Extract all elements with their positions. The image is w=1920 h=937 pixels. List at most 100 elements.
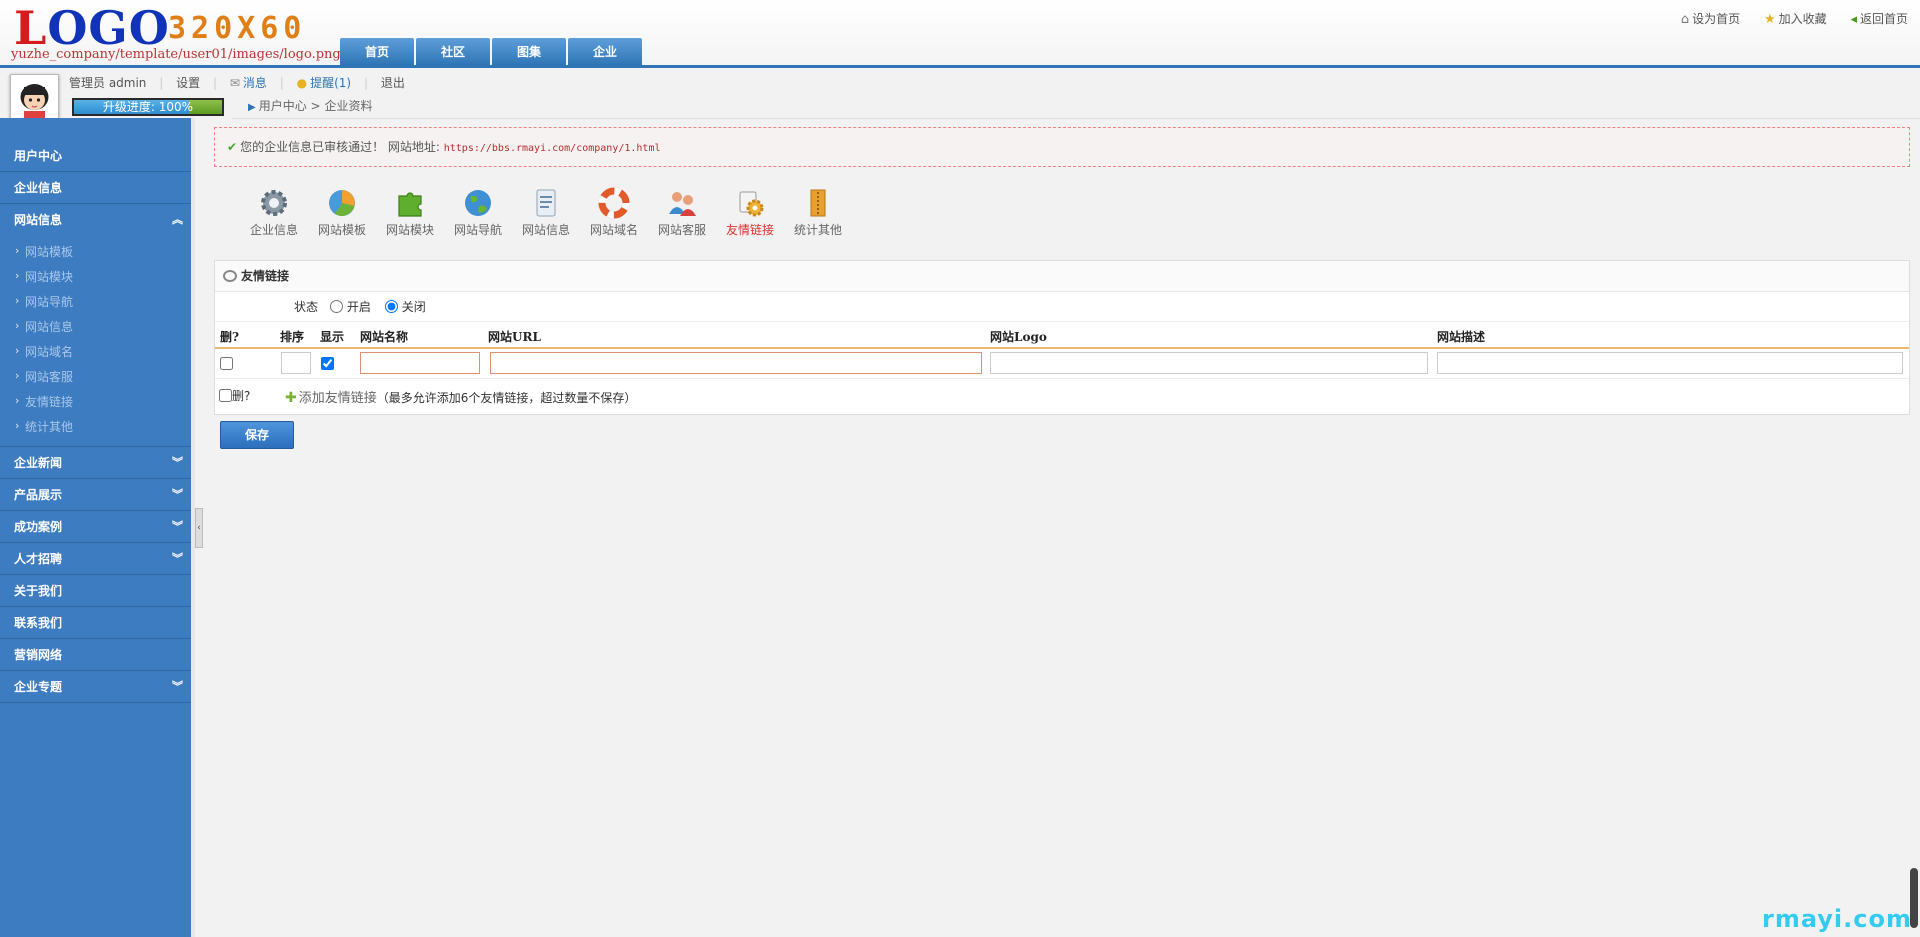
logout-link[interactable]: 退出 <box>381 73 405 93</box>
divider <box>232 118 1920 119</box>
separator: | <box>212 76 218 90</box>
icon-button-navigation[interactable]: 网站导航 <box>444 186 512 238</box>
notice-text: 您的企业信息已审核通过！ 网站地址: <box>240 140 444 154</box>
sidebar-item-topics[interactable]: 企业专题 ︾ <box>0 671 191 703</box>
sidebar-item-cases[interactable]: 成功案例 ︾ <box>0 511 191 543</box>
icon-button-company-info[interactable]: 企业信息 <box>240 186 308 238</box>
row-logo-input[interactable] <box>990 352 1428 374</box>
breadcrumb-home[interactable]: 用户中心 <box>259 99 307 113</box>
status-option-on[interactable]: 开启 <box>329 300 371 314</box>
messages-link[interactable]: ✉ 消息 <box>230 73 267 93</box>
separator: | <box>279 76 284 90</box>
sidebar-collapse-handle[interactable]: ‹ <box>195 508 203 548</box>
table-row <box>215 349 1909 379</box>
user-bar: 管理员 admin | 设置 | ✉ 消息 | ● 提醒(1) | 退出 升级进度:… <box>0 68 1920 122</box>
sidebar-subitem-site-info[interactable]: 网站信息 <box>0 313 191 340</box>
icon-button-templates[interactable]: 网站模板 <box>308 186 376 238</box>
icon-button-modules[interactable]: 网站模块 <box>376 186 444 238</box>
status-off-radio[interactable] <box>384 300 398 313</box>
star-icon: ★ <box>1763 12 1776 27</box>
sidebar-item-products[interactable]: 产品展示 ︾ <box>0 479 191 511</box>
bulb-icon: ● <box>296 76 308 90</box>
add-row: 删? ✚ 添加友情链接（最多允许添加6个友情链接，超过数量不保存） <box>215 379 1909 409</box>
logo-size-text: 320X60 <box>168 11 307 46</box>
row-show-checkbox[interactable] <box>321 357 334 370</box>
back-arrow-icon: ◂ <box>1850 12 1857 27</box>
avatar[interactable] <box>10 74 59 122</box>
home-icon: ⌂ <box>1680 12 1690 27</box>
sidebar-item-about[interactable]: 关于我们 <box>0 575 191 607</box>
sidebar-item-jobs[interactable]: 人才招聘 ︾ <box>0 543 191 575</box>
breadcrumb-separator: > <box>310 99 321 113</box>
save-button[interactable]: 保存 <box>220 421 294 449</box>
plus-icon: ✚ <box>285 390 297 406</box>
delete-all[interactable]: 删? <box>219 387 250 404</box>
sidebar-item-user-center[interactable]: 用户中心 <box>0 140 191 172</box>
add-favorite-link[interactable]: ★ 加入收藏 <box>1764 10 1827 27</box>
status-on-radio[interactable] <box>329 300 343 313</box>
chevron-down-icon: ︾ <box>172 488 183 501</box>
chevron-down-icon: ︾ <box>172 520 183 533</box>
friend-links-panel: 友情链接 状态 开启 关闭 删? 排序 显示 网站名称 网站URL 网站Logo… <box>214 260 1910 415</box>
sidebar-item-contact[interactable]: 联系我们 <box>0 607 191 639</box>
status-row: 状态 开启 关闭 <box>215 292 1909 322</box>
separator: | <box>159 76 164 90</box>
document-icon <box>536 189 556 217</box>
site-logo[interactable]: LOGO 320X60 yuzhe_company/template/user0… <box>10 1 341 62</box>
icon-button-domain[interactable]: 网站域名 <box>580 186 648 238</box>
sidebar-item-news[interactable]: 企业新闻 ︾ <box>0 447 191 479</box>
icon-button-support[interactable]: 网站客服 <box>648 186 716 238</box>
sidebar-item-network[interactable]: 营销网络 <box>0 639 191 671</box>
website-url-link[interactable]: https://bbs.rmayi.com/company/1.html <box>444 143 661 154</box>
chevron-down-icon: ︾ <box>172 552 183 565</box>
col-delete: 删? <box>220 330 240 344</box>
icon-button-stats[interactable]: 统计其他 <box>784 186 852 238</box>
col-name: 网站名称 <box>360 330 409 344</box>
sidebar-subitem-templates[interactable]: 网站模板 <box>0 238 191 265</box>
chevron-down-icon: ︾ <box>172 456 183 469</box>
row-delete-checkbox[interactable] <box>220 357 233 370</box>
logo-path-text: yuzhe_company/template/user01/images/log… <box>11 47 341 62</box>
approval-notice: ✔ 您的企业信息已审核通过！ 网站地址: https://bbs.rmayi.co… <box>214 127 1910 167</box>
panel-header: 友情链接 <box>215 261 1909 292</box>
add-friend-link[interactable]: ✚ 添加友情链接（最多允许添加6个友情链接，超过数量不保存） <box>285 387 636 406</box>
sidebar-subitem-domain[interactable]: 网站域名 <box>0 338 191 365</box>
puzzle-icon <box>398 192 422 217</box>
header: LOGO 320X60 yuzhe_company/template/user0… <box>0 0 1920 68</box>
logo-mark: LOGO <box>14 1 170 55</box>
delete-all-checkbox[interactable] <box>219 389 232 402</box>
tab-company[interactable]: 企业 <box>568 38 642 65</box>
sidebar-subitem-support[interactable]: 网站客服 <box>0 363 191 390</box>
reminders-link[interactable]: ● 提醒(1) <box>297 73 351 93</box>
breadcrumb-current: 企业资料 <box>324 99 373 113</box>
sidebar-subitem-modules[interactable]: 网站模块 <box>0 263 191 290</box>
sidebar: 用户中心 企业信息 网站信息︽ 网站模板 网站模块 网站导航 网站信息 网站域名… <box>0 118 195 937</box>
sidebar-subitem-navigation[interactable]: 网站导航 <box>0 288 191 315</box>
pie-chart-icon <box>329 190 355 216</box>
envelope-icon: ✉ <box>229 76 240 90</box>
tab-home[interactable]: 首页 <box>340 38 414 65</box>
sidebar-item-website-info[interactable]: 网站信息 ︽ <box>0 204 191 236</box>
row-url-input[interactable] <box>490 352 982 374</box>
printer-icon <box>223 270 237 282</box>
settings-link[interactable]: 设置 <box>176 73 200 93</box>
set-homepage-link[interactable]: ⌂ 设为首页 <box>1681 10 1740 27</box>
back-home-link[interactable]: ◂ 返回首页 <box>1850 10 1908 27</box>
status-option-off[interactable]: 关闭 <box>384 300 426 314</box>
tab-gallery[interactable]: 图集 <box>492 38 566 65</box>
upgrade-progress-bar: 升级进度: 100% <box>72 98 224 116</box>
sidebar-subitem-stats[interactable]: 统计其他 <box>0 413 191 440</box>
check-icon: ✔ <box>227 140 238 154</box>
sidebar-subitem-friend-links[interactable]: 友情链接 <box>0 388 191 415</box>
row-order-input[interactable] <box>281 352 311 374</box>
chevron-up-icon: ︽ <box>172 213 183 226</box>
row-name-input[interactable] <box>360 352 480 374</box>
table-header: 删? 排序 显示 网站名称 网站URL 网站Logo 网站描述 <box>215 322 1909 349</box>
feature-icon-bar: 企业信息 网站模板 网站模块 网站导航 网站信息 网站域名 网站客服 友情链接 … <box>240 186 852 242</box>
icon-button-site-info[interactable]: 网站信息 <box>512 186 580 238</box>
sidebar-item-company-info[interactable]: 企业信息 <box>0 172 191 204</box>
row-desc-input[interactable] <box>1437 352 1903 374</box>
icon-button-friend-links[interactable]: 友情链接 <box>716 186 784 238</box>
tab-community[interactable]: 社区 <box>416 38 490 65</box>
